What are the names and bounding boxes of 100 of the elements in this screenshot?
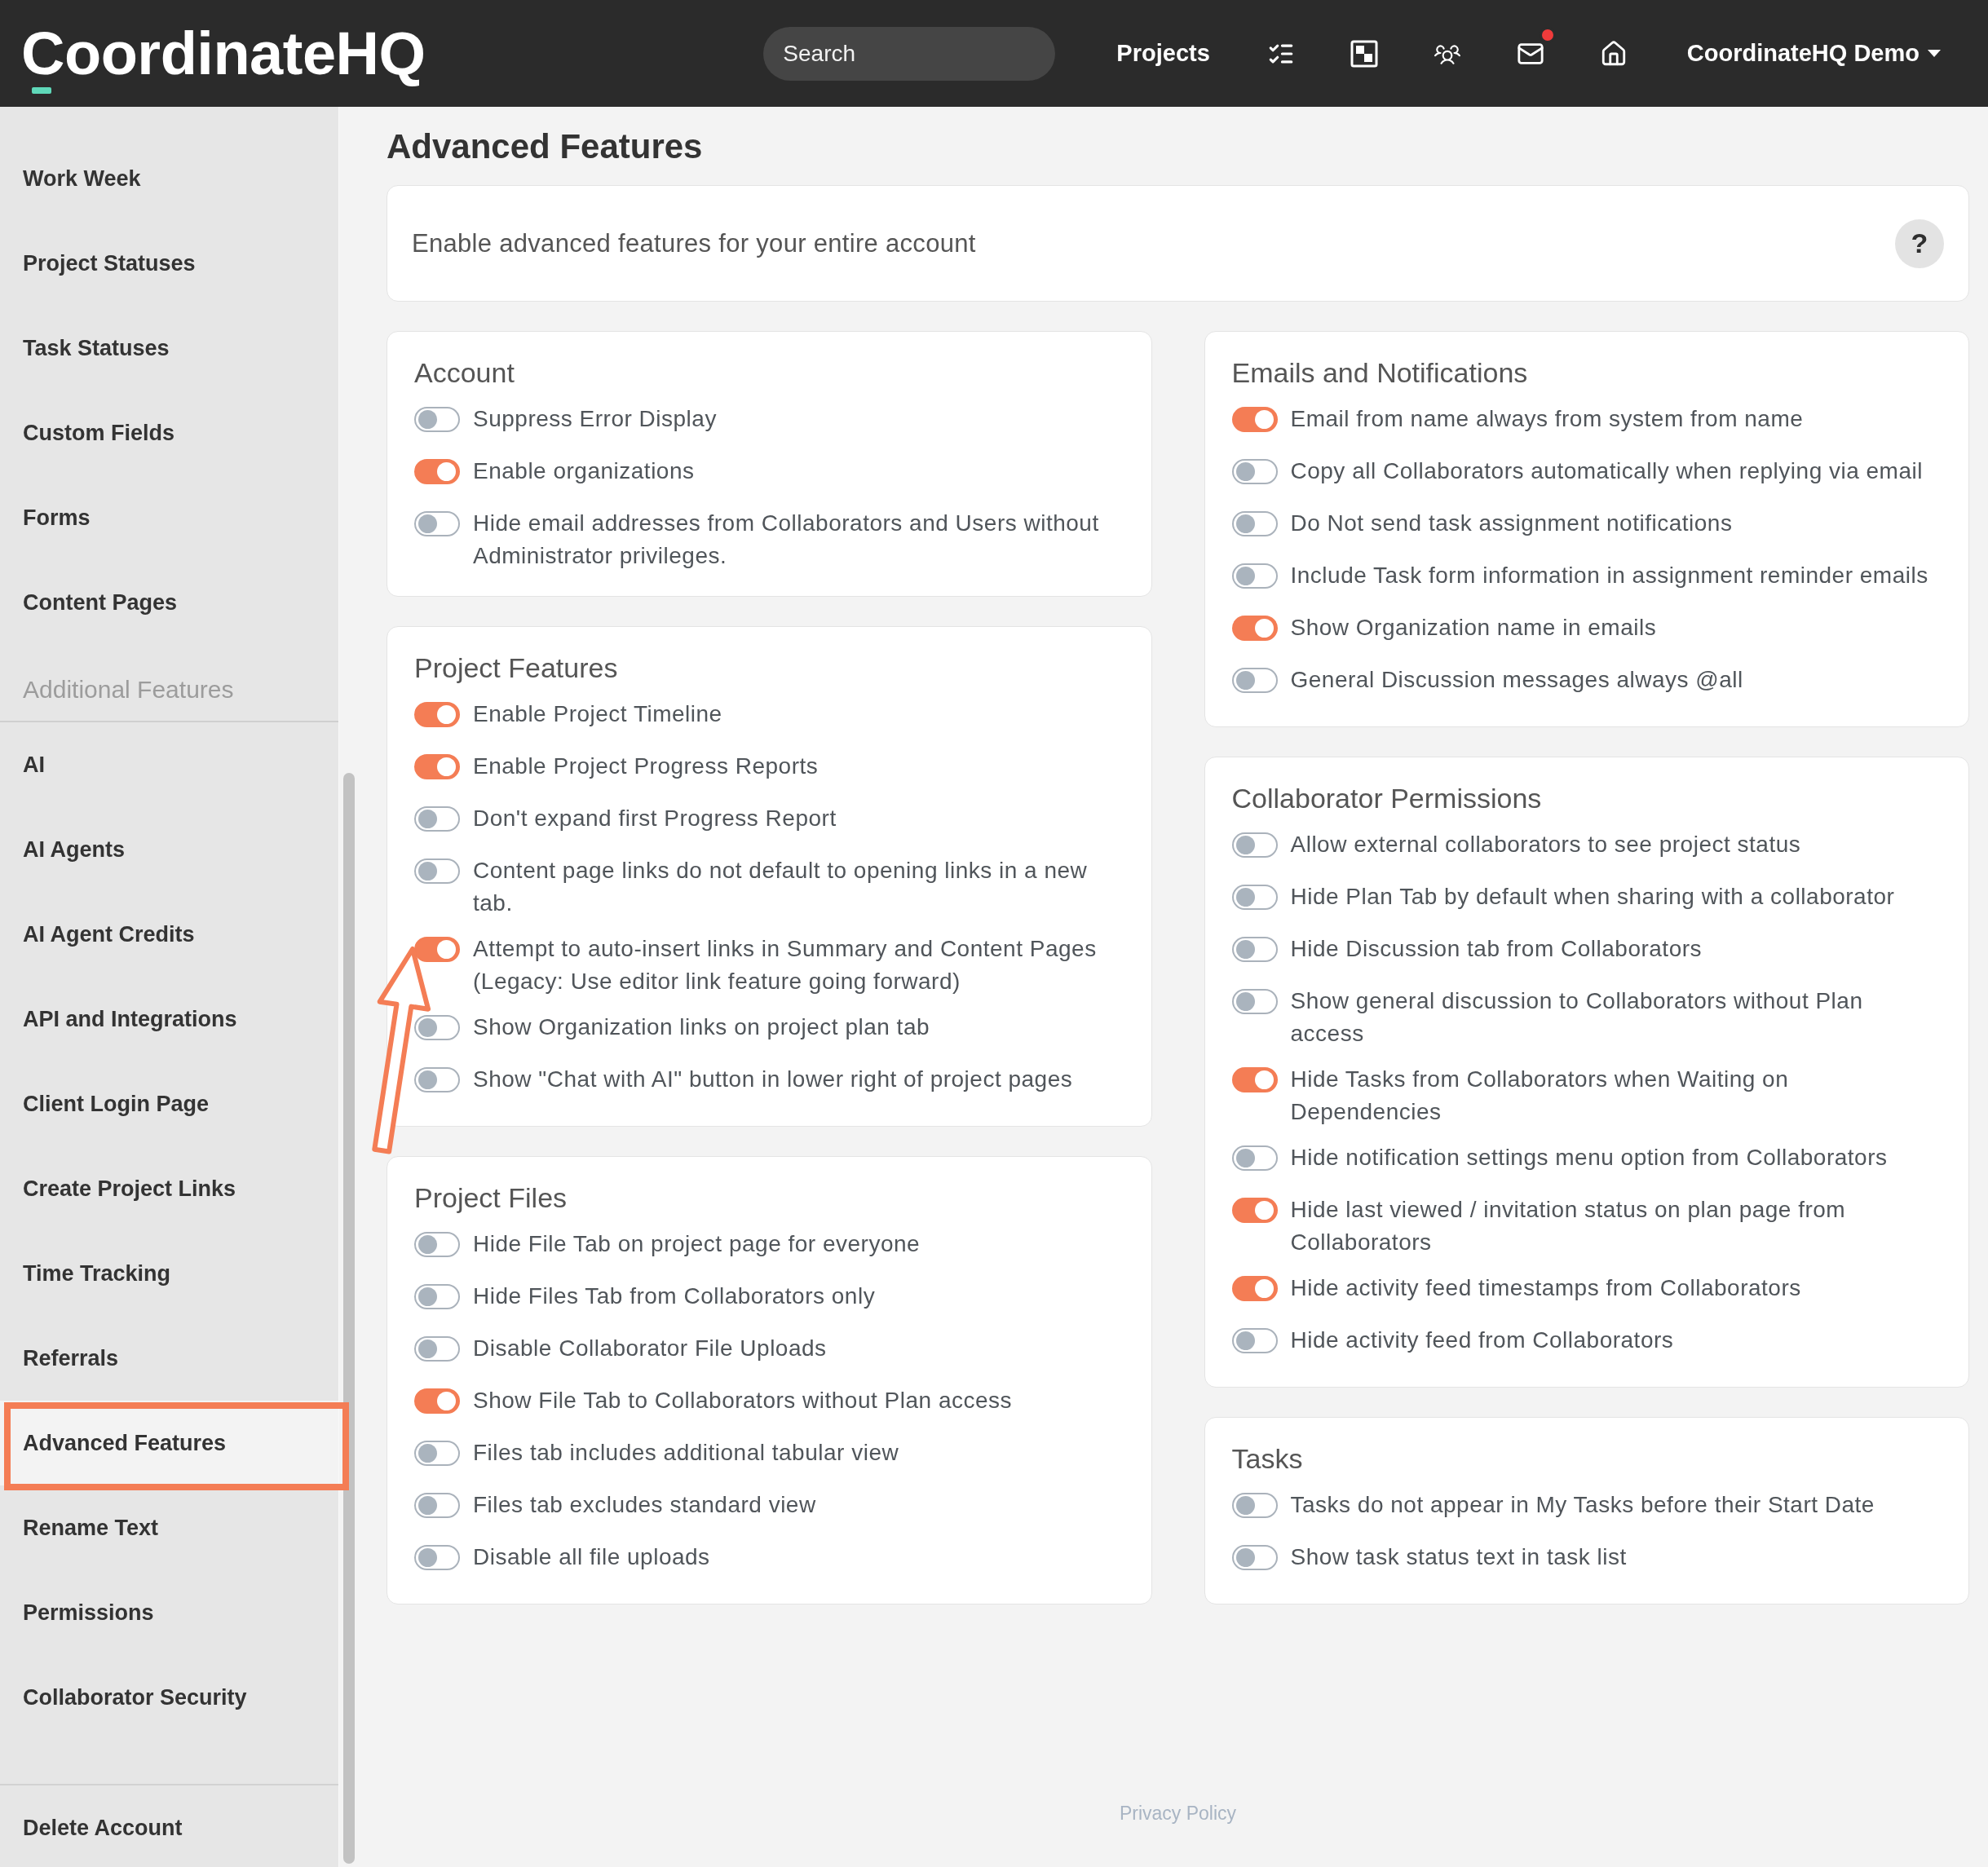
setting-label: Show File Tab to Collaborators without Plan access — [473, 1387, 1013, 1415]
toggle-switch[interactable] — [414, 1283, 460, 1309]
sidebar-item[interactable]: Client Login Page — [0, 1061, 338, 1146]
toggle-switch[interactable] — [1231, 1492, 1278, 1518]
toggle-switch[interactable] — [414, 1544, 460, 1570]
card-title: Account — [414, 356, 515, 390]
card-title: Project Files — [414, 1181, 568, 1215]
setting-label: Files tab includes additional tabular view — [473, 1439, 899, 1467]
toggle-switch[interactable] — [414, 1066, 460, 1092]
scrollbar[interactable] — [343, 773, 355, 1864]
setting-label: Hide last viewed / invitation status on plan page from Collaborators — [1290, 1196, 1847, 1256]
toggle-switch[interactable] — [414, 753, 460, 779]
sidebar-item[interactable]: Forms — [0, 475, 338, 560]
logo-accent-icon — [32, 86, 51, 94]
toggle-switch[interactable] — [414, 806, 460, 832]
setting-label: Copy all Collaborators automatically when replying via email — [1290, 457, 1923, 485]
setting-label: Show Organization links on project plan tab — [473, 1013, 930, 1041]
toggle-switch[interactable] — [1231, 832, 1278, 858]
account-menu[interactable]: CoordinateHQ Demo — [1686, 40, 1941, 67]
toggle-switch[interactable] — [414, 1492, 460, 1518]
setting-label: General Discussion messages always @all — [1290, 666, 1743, 694]
setting-label: Hide Files Tab from Collaborators only — [473, 1282, 876, 1310]
sidebar-item[interactable]: AI Agent Credits — [0, 892, 338, 977]
setting-label: Hide activity feed timestamps from Collaborators — [1290, 1274, 1801, 1302]
sidebar-item[interactable]: Work Week — [0, 136, 338, 221]
toggle-switch[interactable] — [414, 1231, 460, 1257]
card-title: Tasks — [1231, 1442, 1304, 1476]
card-title: Project Features — [414, 651, 619, 685]
setting-label: Show Organization name in emails — [1290, 614, 1657, 642]
sidebar-item[interactable]: Custom Fields — [0, 391, 338, 475]
sidebar-item[interactable]: API and Integrations — [0, 977, 338, 1061]
setting-label: Disable Collaborator File Uploads — [473, 1335, 827, 1362]
setting-label: Email from name always from system from name — [1290, 405, 1804, 433]
toggle-switch[interactable] — [414, 1014, 460, 1040]
toggle-switch[interactable] — [414, 1440, 460, 1466]
search-field[interactable]: Search — [763, 26, 1056, 81]
toggle-switch[interactable] — [414, 510, 460, 536]
sidebar-item[interactable]: Referrals — [0, 1316, 338, 1401]
setting-label: Attempt to auto-insert links in Summary and Content Pages (Legacy: Use editor link feature going forward) — [473, 935, 1098, 995]
setting-label: Hide email addresses from Collaborators and Users without Administrator privileges. — [473, 510, 1100, 570]
setting-label: Hide File Tab on project page for everyone — [473, 1230, 921, 1258]
toggle-switch[interactable] — [414, 858, 460, 884]
sidebar-item[interactable]: Delete Account — [0, 1785, 338, 1867]
setting-label: Hide notification settings menu option from Collaborators — [1290, 1144, 1888, 1172]
toggle-switch[interactable] — [1231, 458, 1278, 484]
setting-label: Show general discussion to Collaborators without Plan access — [1290, 987, 1864, 1048]
toggle-switch[interactable] — [414, 406, 460, 432]
setting-label: Enable organizations — [473, 457, 695, 485]
sidebar-item[interactable]: Permissions — [0, 1570, 338, 1655]
setting-label: Enable Project Progress Reports — [473, 753, 819, 780]
sidebar-item[interactable]: Time Tracking — [0, 1231, 338, 1316]
toggle-switch[interactable] — [1231, 1275, 1278, 1301]
setting-label: Show "Chat with AI" button in lower right of project pages — [473, 1066, 1073, 1093]
toggle-switch[interactable] — [1231, 563, 1278, 589]
toggle-switch[interactable] — [1231, 1327, 1278, 1353]
setting-label: Include Task form information in assignment reminder emails — [1290, 562, 1928, 589]
toggle-switch[interactable] — [414, 1335, 460, 1362]
sidebar-item[interactable]: Task Statuses — [0, 306, 338, 391]
setting-label: Don't expand first Progress Report — [473, 805, 837, 832]
sidebar-item[interactable]: Create Project Links — [0, 1146, 338, 1231]
toggle-switch[interactable] — [1231, 1145, 1278, 1171]
setting-label: Enable Project Timeline — [473, 700, 722, 728]
card-title: Collaborator Permissions — [1231, 782, 1543, 815]
setting-label: Tasks do not appear in My Tasks before their Start Date — [1290, 1491, 1875, 1519]
sidebar-item[interactable]: Project Statuses — [0, 221, 338, 306]
setting-label: Content page links do not default to opening links in a new tab. — [473, 857, 1089, 917]
projects-link[interactable]: Projects — [1116, 40, 1210, 67]
toggle-switch[interactable] — [1231, 1197, 1278, 1223]
toggle-switch[interactable] — [1231, 406, 1278, 432]
toggle-switch[interactable] — [1231, 884, 1278, 910]
card-title: Emails and Notifications — [1231, 356, 1529, 390]
toggle-switch[interactable] — [1231, 936, 1278, 962]
page-title: Advanced Features — [387, 126, 704, 167]
toggle-switch[interactable] — [1231, 1066, 1278, 1092]
sidebar-item[interactable]: Rename Text — [0, 1485, 338, 1570]
sidebar-item[interactable]: Content Pages — [0, 560, 338, 645]
toggle-switch[interactable] — [1231, 988, 1278, 1014]
setting-label: Files tab excludes standard view — [473, 1491, 816, 1519]
toggle-switch[interactable] — [1231, 615, 1278, 641]
setting-label: Disable all file uploads — [473, 1543, 710, 1571]
toggle-switch[interactable] — [414, 936, 460, 962]
sidebar-item[interactable]: AI — [0, 722, 338, 807]
intro-text: Enable advanced features for your entire account — [412, 228, 976, 258]
toggle-switch[interactable] — [1231, 667, 1278, 693]
setting-label: Suppress Error Display — [473, 405, 717, 433]
setting-label: Hide Discussion tab from Collaborators — [1290, 935, 1703, 963]
help-button[interactable]: ? — [1895, 218, 1944, 268]
toggle-switch[interactable] — [414, 1388, 460, 1414]
setting-label: Hide Tasks from Collaborators when Waiting on Dependencies — [1290, 1066, 1790, 1126]
sidebar-item[interactable]: Collaborator Security — [0, 1655, 338, 1740]
toggle-switch[interactable] — [1231, 510, 1278, 536]
setting-label: Allow external collaborators to see project status — [1290, 831, 1801, 858]
checker-square-icon[interactable] — [1350, 39, 1378, 68]
sidebar-item[interactable]: AI Agents — [0, 807, 338, 892]
setting-label: Hide Plan Tab by default when sharing with a collaborator — [1290, 883, 1895, 911]
toggle-switch[interactable] — [414, 701, 460, 727]
toggle-switch[interactable] — [414, 458, 460, 484]
setting-label: Show task status text in task list — [1290, 1543, 1627, 1571]
toggle-switch[interactable] — [1231, 1544, 1278, 1570]
setting-label: Hide activity feed from Collaborators — [1290, 1326, 1674, 1354]
